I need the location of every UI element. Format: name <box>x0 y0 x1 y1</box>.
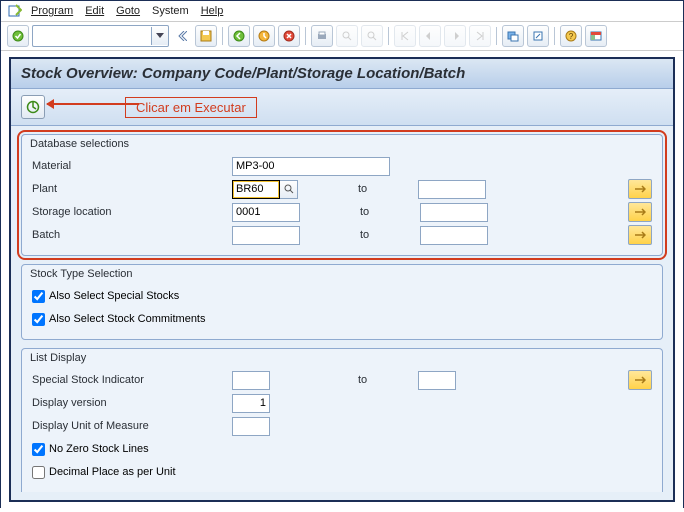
batch-input[interactable] <box>232 226 300 245</box>
group-title-db: Database selections <box>22 135 662 151</box>
page-title: Stock Overview: Company Code/Plant/Stora… <box>11 59 673 89</box>
menu-program[interactable]: Program <box>27 3 77 19</box>
material-input[interactable] <box>232 157 390 176</box>
plant-to-label: to <box>358 183 418 195</box>
display-version-label: Display version <box>32 397 232 409</box>
next-page-button[interactable] <box>444 25 466 47</box>
special-stocks-checkbox[interactable]: Also Select Special Stocks <box>32 290 179 303</box>
display-uom-label: Display Unit of Measure <box>32 420 232 432</box>
ssi-to-input[interactable] <box>418 371 456 390</box>
group-stock-type: Stock Type Selection Also Select Special… <box>21 264 663 340</box>
batch-label: Batch <box>32 229 232 241</box>
collapse-icon[interactable] <box>172 26 192 46</box>
plant-input[interactable] <box>232 180 280 199</box>
group-database-selections: Database selections Material Plant to <box>21 134 663 256</box>
command-input[interactable] <box>33 27 151 45</box>
no-zero-input[interactable] <box>32 443 45 456</box>
sloc-to-input[interactable] <box>420 203 488 222</box>
command-field[interactable] <box>32 25 169 47</box>
help-button[interactable]: ? <box>560 25 582 47</box>
prev-page-button[interactable] <box>419 25 441 47</box>
batch-to-label: to <box>360 229 420 241</box>
back-button[interactable] <box>228 25 250 47</box>
sloc-to-label: to <box>360 206 420 218</box>
separator <box>554 27 555 45</box>
batch-to-input[interactable] <box>420 226 488 245</box>
find-next-button[interactable] <box>361 25 383 47</box>
exit-button[interactable] <box>253 25 275 47</box>
ssi-multi-select-button[interactable] <box>628 370 652 390</box>
group-title-stock: Stock Type Selection <box>22 265 662 281</box>
plant-label: Plant <box>32 183 232 195</box>
group-title-list: List Display <box>22 349 662 365</box>
stock-commitments-input[interactable] <box>32 313 45 326</box>
decimal-label: Decimal Place as per Unit <box>49 466 176 478</box>
enter-button[interactable] <box>7 25 29 47</box>
no-zero-label: No Zero Stock Lines <box>49 443 149 455</box>
menu-help[interactable]: Help <box>197 3 228 19</box>
plant-to-input[interactable] <box>418 180 486 199</box>
annotation-arrow <box>47 103 139 105</box>
sloc-input[interactable] <box>232 203 300 222</box>
display-uom-input[interactable] <box>232 417 270 436</box>
separator <box>496 27 497 45</box>
ssi-label: Special Stock Indicator <box>32 374 232 386</box>
decimal-checkbox[interactable]: Decimal Place as per Unit <box>32 466 176 479</box>
sap-menu-icon[interactable] <box>7 3 23 19</box>
ssi-to-label: to <box>358 374 418 386</box>
material-label: Material <box>32 160 232 172</box>
menubar: Program Edit Goto System Help <box>1 1 683 22</box>
menu-goto[interactable]: Goto <box>112 3 144 19</box>
layout-button[interactable] <box>585 25 607 47</box>
menu-edit[interactable]: Edit <box>81 3 108 19</box>
content-area: Stock Overview: Company Code/Plant/Stora… <box>1 51 683 512</box>
new-session-button[interactable] <box>502 25 524 47</box>
find-button[interactable] <box>336 25 358 47</box>
no-zero-checkbox[interactable]: No Zero Stock Lines <box>32 443 149 456</box>
command-dropdown-icon[interactable] <box>151 27 168 45</box>
separator <box>388 27 389 45</box>
separator <box>222 27 223 45</box>
svg-text:?: ? <box>569 32 574 41</box>
sloc-multi-select-button[interactable] <box>628 202 652 222</box>
first-page-button[interactable] <box>394 25 416 47</box>
display-version-input[interactable] <box>232 394 270 413</box>
separator <box>305 27 306 45</box>
app-toolbar: Clicar em Executar <box>11 89 673 126</box>
group-list-display: List Display Special Stock Indicator to … <box>21 348 663 492</box>
special-stocks-label: Also Select Special Stocks <box>49 290 179 302</box>
shortcut-button[interactable] <box>527 25 549 47</box>
plant-value-help-icon[interactable] <box>280 180 298 199</box>
ssi-input[interactable] <box>232 371 270 390</box>
plant-multi-select-button[interactable] <box>628 179 652 199</box>
batch-multi-select-button[interactable] <box>628 225 652 245</box>
form-body: Database selections Material Plant to <box>11 126 673 500</box>
cancel-button[interactable] <box>278 25 300 47</box>
decimal-input[interactable] <box>32 466 45 479</box>
special-stocks-input[interactable] <box>32 290 45 303</box>
menu-system[interactable]: System <box>148 3 193 19</box>
annotation-label: Clicar em Executar <box>125 97 257 118</box>
stock-commitments-checkbox[interactable]: Also Select Stock Commitments <box>32 313 206 326</box>
stock-commitments-label: Also Select Stock Commitments <box>49 313 206 325</box>
window: Stock Overview: Company Code/Plant/Stora… <box>9 57 675 502</box>
sloc-label: Storage location <box>32 206 232 218</box>
last-page-button[interactable] <box>469 25 491 47</box>
print-button[interactable] <box>311 25 333 47</box>
system-toolbar: ? <box>1 22 683 51</box>
save-button[interactable] <box>195 25 217 47</box>
